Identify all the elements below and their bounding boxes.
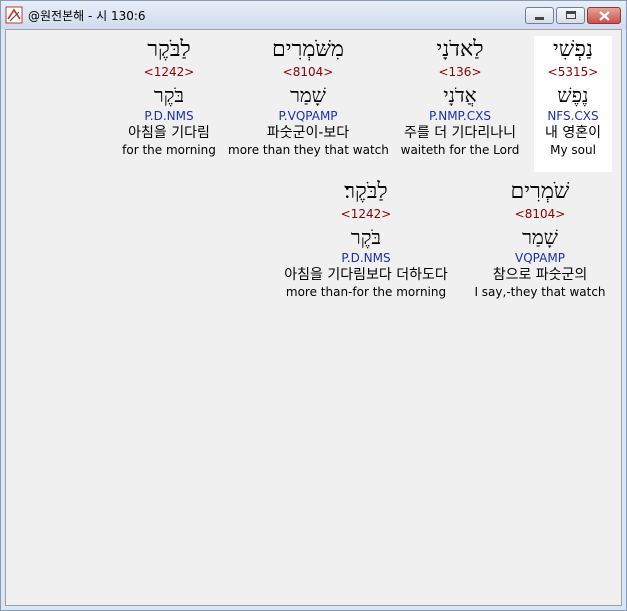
word-block[interactable]: לַבֹּקֶר <1242> בֹּקֶר P.D.NMS 아침을 기다림 f… [110, 36, 228, 158]
korean-gloss: 주를 더 기다리나니 [404, 125, 516, 141]
parsing-code: P.D.NMS [341, 251, 391, 265]
app-window: @원전본해 - 시 130:6 נַפְשִׁי <5315> נֶפֶשׁ N… [0, 0, 627, 611]
title-bar[interactable]: @원전본해 - 시 130:6 [1, 1, 626, 29]
minimize-icon [535, 17, 544, 20]
lemma: שָׁמַר [290, 83, 326, 107]
window-title: @원전본해 - 시 130:6 [28, 9, 146, 23]
interlinear-view: נַפְשִׁי <5315> נֶפֶשׁ NFS.CXS 내 영혼이 My … [5, 29, 622, 606]
korean-gloss: 아침을 기다림보다 더하도다 [284, 267, 448, 283]
korean-gloss: 내 영혼이 [545, 125, 601, 141]
korean-gloss: 참으로 파숫군의 [492, 267, 588, 283]
maximize-button[interactable] [556, 7, 585, 24]
app-icon[interactable] [5, 6, 23, 24]
hebrew-word: לַבֹּקֶר [147, 37, 191, 62]
lemma: בֹּקֶר [350, 225, 382, 249]
english-gloss: I say,-they that watch [474, 285, 606, 299]
lemma: נֶפֶשׁ [557, 83, 589, 107]
english-gloss: waiteth for the Lord [400, 143, 520, 157]
hebrew-word: לַבֹּקֶר׃ [344, 179, 388, 204]
word-block[interactable]: נַפְשִׁי <5315> נֶפֶשׁ NFS.CXS 내 영혼이 My … [534, 36, 612, 172]
word-block[interactable]: לַבֹּקֶר׃ <1242> בֹּקֶר P.D.NMS 아침을 기다림보… [268, 178, 464, 300]
lemma: שָׁמַר [522, 225, 558, 249]
hebrew-word: נַפְשִׁי [552, 37, 594, 62]
parsing-code: P.NMP.CXS [429, 109, 491, 123]
word-block[interactable]: שֹׁמְרִים <8104> שָׁמַר VQPAMP 참으로 파숫군의 … [472, 178, 608, 300]
parsing-code: P.D.NMS [144, 109, 194, 123]
hebrew-word: מִשֹּׁמְרִים [272, 37, 344, 62]
parsing-code: VQPAMP [515, 251, 565, 265]
strong-number[interactable]: <5315> [534, 64, 612, 80]
word-block[interactable]: מִשֹּׁמְרִים <8104> שָׁמַר P.VQPAMP 파숫군이… [228, 36, 389, 158]
korean-gloss: 파숫군이-보다 [266, 125, 350, 141]
maximize-icon [566, 11, 576, 19]
english-gloss: for the morning [122, 143, 216, 157]
close-button[interactable] [587, 7, 621, 24]
lemma: בֹּקֶר [153, 83, 185, 107]
hebrew-word: לַאדֹנָי [436, 37, 484, 62]
english-gloss: more than they that watch [228, 143, 389, 157]
parsing-code: NFS.CXS [547, 109, 599, 123]
english-gloss: more than-for the morning [285, 285, 447, 299]
english-gloss: My soul [550, 143, 596, 157]
hebrew-word: שֹׁמְרִים [510, 179, 570, 204]
korean-gloss: 아침을 기다림 [128, 125, 210, 141]
lemma: אֲדֹנָי [443, 83, 477, 107]
parsing-code: P.VQPAMP [278, 109, 338, 123]
strong-number[interactable]: <1242> [268, 206, 464, 222]
strong-number[interactable]: <8104> [472, 206, 608, 222]
word-block[interactable]: לַאדֹנָי <136> אֲדֹנָי P.NMP.CXS 주를 더 기다… [390, 36, 530, 158]
strong-number[interactable]: <1242> [110, 64, 228, 80]
strong-number[interactable]: <136> [390, 64, 530, 80]
strong-number[interactable]: <8104> [228, 64, 388, 80]
close-icon [599, 11, 610, 21]
minimize-button[interactable] [525, 7, 554, 24]
